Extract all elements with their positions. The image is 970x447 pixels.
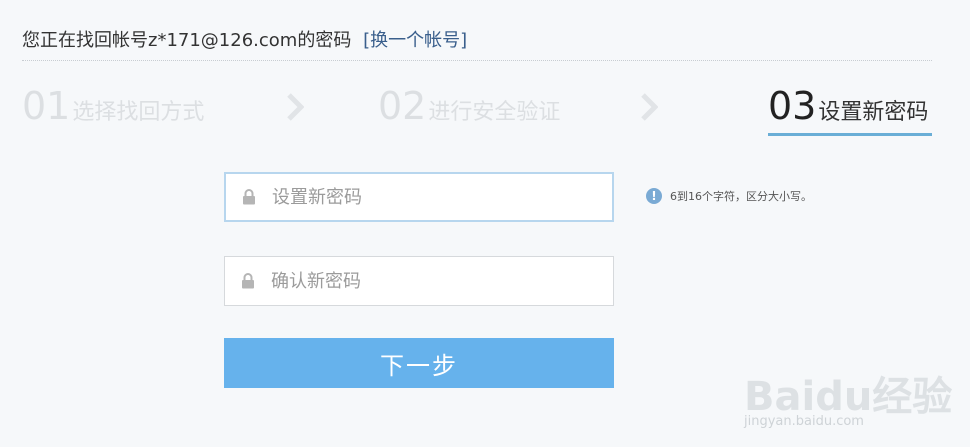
chevron-right-icon	[640, 92, 658, 122]
step-1: 01选择找回方式	[22, 84, 204, 128]
switch-account-link[interactable]: [换一个帐号]	[363, 30, 467, 51]
account-recovery-header: 您正在找回帐号z*171@126.com的密码 [换一个帐号]	[22, 26, 467, 52]
password-hint: ! 6到16个字符，区分大小写。	[646, 188, 812, 204]
next-step-button[interactable]: 下一步	[224, 338, 614, 388]
chevron-right-icon	[286, 92, 304, 122]
lock-icon	[241, 273, 257, 289]
step-3-label: 设置新密码	[818, 100, 929, 125]
baidu-jingyan-watermark: Baidu经验 jingyan.baidu.com	[744, 340, 952, 430]
lock-icon	[242, 189, 258, 205]
new-password-field[interactable]	[224, 172, 614, 222]
step-3: 03设置新密码	[768, 84, 928, 128]
step-1-number: 01	[22, 84, 71, 128]
watermark-brand: Baidu经验	[744, 374, 953, 420]
step-2-number: 02	[378, 84, 427, 128]
header-text: 您正在找回帐号z*171@126.com的密码	[22, 30, 352, 51]
step-3-number: 03	[768, 84, 817, 128]
active-step-underline	[768, 133, 932, 136]
step-2: 02进行安全验证	[378, 84, 560, 128]
info-icon: !	[646, 188, 662, 204]
new-password-input[interactable]	[272, 186, 592, 208]
password-hint-text: 6到16个字符，区分大小写。	[670, 190, 812, 203]
step-2-label: 进行安全验证	[428, 100, 561, 125]
step-1-label: 选择找回方式	[72, 100, 205, 125]
confirm-password-field[interactable]	[224, 256, 614, 306]
watermark-url: jingyan.baidu.com	[744, 414, 864, 429]
confirm-password-input[interactable]	[271, 270, 591, 292]
divider	[22, 60, 932, 61]
